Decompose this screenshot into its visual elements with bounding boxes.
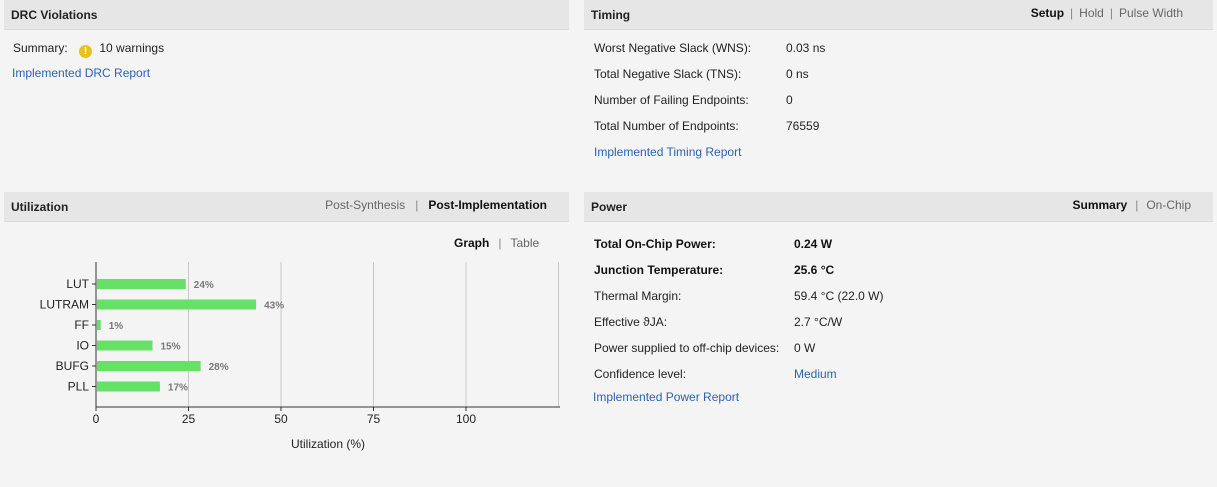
- power-row-label: Total On-Chip Power:: [594, 237, 716, 251]
- category-label: LUTRAM: [40, 298, 89, 312]
- confidence-level-link[interactable]: Medium: [794, 367, 837, 381]
- timing-panel-title: Timing: [591, 8, 631, 22]
- bar: [97, 279, 186, 289]
- tab-hold[interactable]: Hold: [1079, 6, 1104, 20]
- tab-setup[interactable]: Setup: [1031, 6, 1064, 20]
- power-panel-title: Power: [591, 200, 628, 214]
- x-tick-label: 50: [274, 412, 288, 426]
- utilization-panel-title: Utilization: [11, 200, 69, 214]
- bar-value-label: 15%: [161, 342, 181, 353]
- drc-report-link[interactable]: Implemented DRC Report: [12, 66, 150, 80]
- power-row-value: 0 W: [794, 341, 816, 355]
- utilization-view-tabs: Graph | Table: [454, 236, 540, 250]
- tab-graph[interactable]: Graph: [454, 236, 489, 250]
- tab-post-synthesis[interactable]: Post-Synthesis: [325, 198, 405, 212]
- timing-row-label: Worst Negative Slack (WNS):: [594, 41, 752, 55]
- drc-summary-label: Summary:: [13, 41, 68, 55]
- bar-value-label: 28%: [209, 362, 229, 373]
- timing-row-value: 76559: [786, 119, 820, 133]
- x-tick-label: 25: [182, 412, 196, 426]
- timing-row-value: 0: [786, 93, 793, 107]
- power-row-value: 0.24 W: [794, 237, 833, 251]
- power-row-value: 25.6 °C: [794, 263, 835, 277]
- drc-panel-title: DRC Violations: [11, 8, 98, 22]
- power-row-value: 2.7 °C/W: [794, 315, 843, 329]
- timing-tabs: Setup | Hold | Pulse Width: [1030, 6, 1183, 20]
- bar: [97, 299, 257, 310]
- bar: [97, 340, 153, 351]
- power-row-label: Effective ϑJA:: [594, 315, 668, 329]
- category-label: PLL: [68, 380, 90, 394]
- timing-row-value: 0.03 ns: [786, 41, 826, 55]
- power-row-value: 59.4 °C (22.0 W): [794, 289, 884, 303]
- timing-row-value: 0 ns: [786, 67, 809, 81]
- category-label: BUFG: [56, 359, 89, 373]
- drc-summary: Summary: ! 10 warnings: [13, 41, 164, 58]
- power-row-label: Thermal Margin:: [594, 289, 682, 303]
- power-row-label: Confidence level:: [594, 367, 687, 381]
- timing-row-label: Total Negative Slack (TNS):: [594, 67, 742, 81]
- timing-report-link[interactable]: Implemented Timing Report: [594, 145, 741, 159]
- x-tick-label: 0: [93, 412, 100, 426]
- bar-value-label: 43%: [264, 301, 284, 312]
- utilization-tabs: Post-Synthesis | Post-Implementation: [325, 198, 547, 212]
- bar-value-label: 17%: [168, 383, 188, 394]
- tab-pulse-width[interactable]: Pulse Width: [1119, 6, 1183, 20]
- bar-value-label: 24%: [194, 280, 214, 291]
- timing-row-label: Number of Failing Endpoints:: [594, 93, 749, 107]
- category-label: LUT: [66, 277, 89, 291]
- x-axis-label: Utilization (%): [291, 437, 365, 451]
- power-tabs: Summary | On-Chip: [1072, 198, 1191, 212]
- utilization-bar-chart: 0 25 50 75 100 LUT 24% LUTRAM 43% FF 1% IO 15% BUFG 28…: [40, 262, 560, 451]
- category-label: FF: [74, 318, 89, 332]
- timing-panel-header: Timing Setup | Hold | Pulse Width: [584, 0, 1213, 30]
- bar-value-label: 1%: [109, 321, 124, 332]
- category-label: IO: [76, 339, 89, 353]
- drc-panel-header: DRC Violations: [4, 0, 569, 30]
- power-panel-header: Power Summary | On-Chip: [584, 192, 1213, 222]
- bar: [97, 381, 160, 392]
- power-report-link[interactable]: Implemented Power Report: [593, 390, 739, 404]
- warning-icon: !: [79, 45, 93, 58]
- tab-on-chip[interactable]: On-Chip: [1146, 198, 1191, 212]
- power-row-label: Junction Temperature:: [594, 263, 724, 277]
- bar: [97, 361, 201, 371]
- timing-row-label: Total Number of Endpoints:: [594, 119, 739, 133]
- bar: [97, 320, 101, 330]
- tab-summary[interactable]: Summary: [1072, 198, 1127, 212]
- power-row-label: Power supplied to off-chip devices:: [594, 341, 780, 355]
- tab-post-implementation[interactable]: Post-Implementation: [428, 198, 547, 212]
- tab-table[interactable]: Table: [510, 236, 539, 250]
- utilization-panel-header: Utilization Post-Synthesis | Post-Implemen…: [4, 192, 569, 222]
- drc-summary-value: 10 warnings: [99, 41, 165, 55]
- x-tick-label: 100: [456, 412, 476, 426]
- x-tick-label: 75: [367, 412, 381, 426]
